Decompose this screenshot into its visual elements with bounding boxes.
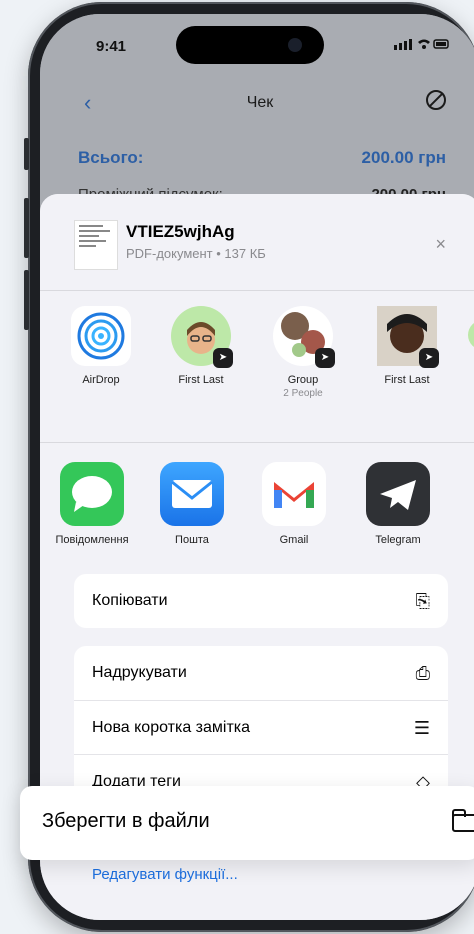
total-label: Всього: <box>78 148 144 167</box>
gmail-icon <box>262 462 326 526</box>
person-sublabel: 2 People <box>283 388 323 399</box>
action-quick-note[interactable]: Нова коротка замітка ☰ <box>74 700 448 754</box>
camera-icon <box>288 38 302 52</box>
app-gmail[interactable]: Gmail <box>244 462 344 546</box>
actions-card-copy: Копіювати ⎘ <box>74 574 448 628</box>
copy-icon: ⎘ <box>415 591 430 611</box>
action-label: Нова коротка замітка <box>92 719 251 736</box>
contact-target[interactable]: ➤ First Last <box>156 306 246 386</box>
app-mail[interactable]: Пошта <box>142 462 242 546</box>
document-thumbnail <box>74 220 118 270</box>
person-label: First Last <box>384 374 430 386</box>
person-label: AirDrop <box>82 374 120 386</box>
app-label: Telegram <box>375 534 421 546</box>
actions-card: Надрукувати ⎙ Нова коротка замітка ☰ Дод… <box>74 646 448 808</box>
status-time: 9:41 <box>96 38 127 55</box>
app-label: Gmail <box>279 534 309 546</box>
document-meta: PDF-документ • 137 КБ <box>126 246 266 261</box>
telegram-icon <box>366 462 430 526</box>
contact-target[interactable]: ➤ First Last <box>362 306 452 386</box>
share-header: VTIEZ5wjhAg PDF-документ • 137 КБ × <box>40 194 474 290</box>
airdrop-icon <box>71 306 131 366</box>
phone-screen: 9:41 ‹ Чек Всього: 200.00 грн VTIEZ5wjhA… <box>40 14 474 920</box>
edit-actions-link[interactable]: Редагувати функції... <box>92 866 238 883</box>
app-label: Пошта <box>175 534 209 546</box>
action-label: Копіювати <box>92 592 168 609</box>
divider <box>40 290 474 291</box>
airdrop-target[interactable]: AirDrop <box>56 306 146 386</box>
printer-icon: ⎙ <box>415 663 430 683</box>
airdrop-badge-icon: ➤ <box>419 348 439 368</box>
phone-side-button <box>24 198 29 258</box>
dynamic-island <box>176 26 324 64</box>
total-row: Всього: 200.00 грн <box>78 148 446 168</box>
app-telegram[interactable]: Telegram <box>348 462 448 546</box>
cancel-icon[interactable] <box>426 90 446 110</box>
people-row: AirDrop ➤ First Last ➤ Group 2 People ➤ … <box>40 306 474 416</box>
phone-side-button <box>24 138 29 170</box>
status-icons <box>394 38 450 53</box>
action-print[interactable]: Надрукувати ⎙ <box>74 646 448 700</box>
airdrop-badge-icon: ➤ <box>213 348 233 368</box>
phone-side-button <box>24 270 29 330</box>
person-label: Group <box>287 374 319 386</box>
contact-avatar-partial[interactable] <box>468 320 474 350</box>
app-label: Повідомлення <box>55 534 129 546</box>
group-avatar: ➤ <box>273 306 335 368</box>
quick-note-icon: ☰ <box>413 718 430 738</box>
person-label: First Last <box>178 374 224 386</box>
action-label: Надрукувати <box>92 664 187 681</box>
group-target[interactable]: ➤ Group 2 People <box>258 306 348 399</box>
airdrop-badge-icon: ➤ <box>315 348 335 368</box>
photo-avatar: ➤ <box>377 306 439 368</box>
mail-icon <box>160 462 224 526</box>
document-name: VTIEZ5wjhAg <box>126 222 235 241</box>
memoji-avatar: ➤ <box>171 306 233 368</box>
messages-icon <box>60 462 124 526</box>
action-copy[interactable]: Копіювати ⎘ <box>74 574 448 628</box>
folder-icon <box>452 809 474 832</box>
apps-row: Повідомлення Пошта Gmail Telegram <box>40 462 474 562</box>
action-label: Зберегти в файли <box>42 810 210 832</box>
nav-bar: ‹ Чек <box>40 90 474 120</box>
close-icon[interactable]: × <box>435 234 446 255</box>
total-value: 200.00 грн <box>361 148 446 167</box>
nav-title: Чек <box>246 94 274 111</box>
action-save-to-files[interactable]: Зберегти в файли <box>20 786 474 860</box>
app-messages[interactable]: Повідомлення <box>42 462 142 546</box>
divider <box>40 442 474 443</box>
